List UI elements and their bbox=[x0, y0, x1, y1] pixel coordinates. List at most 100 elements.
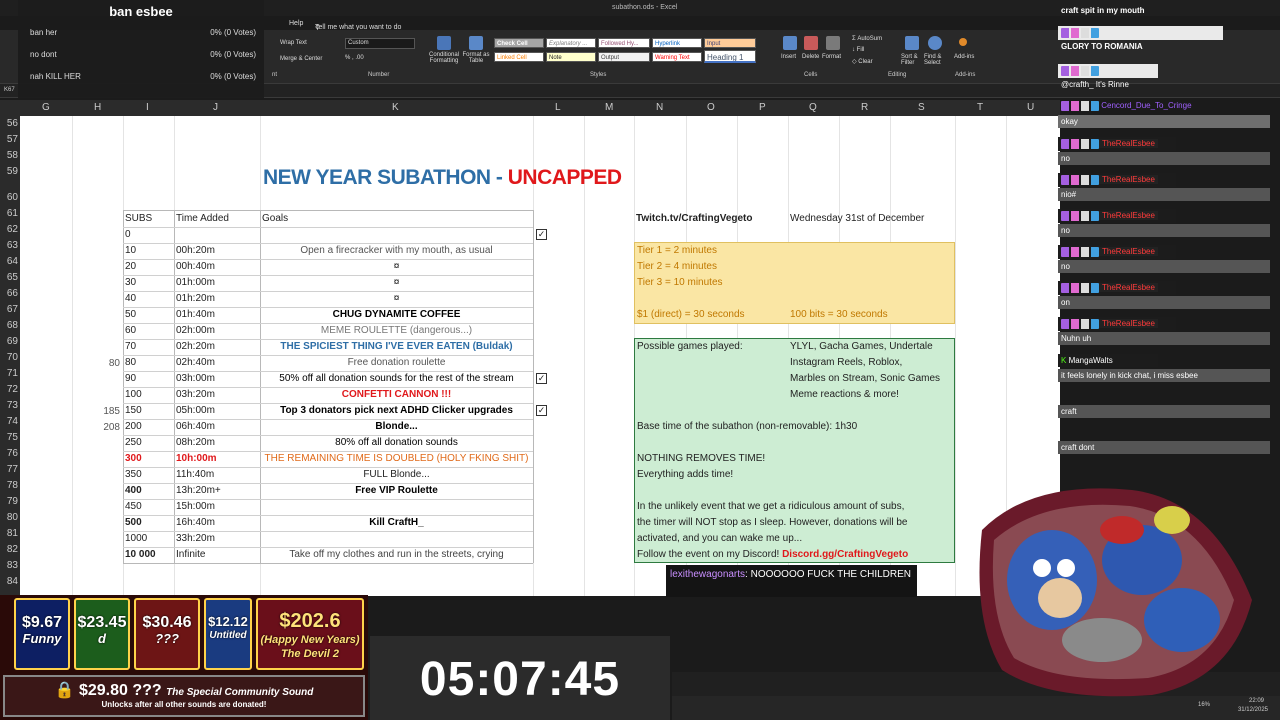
col-header[interactable]: S bbox=[918, 102, 925, 113]
unlikely-line: activated, and you can wake me up... bbox=[637, 533, 803, 544]
style-explanatory[interactable]: Explanatory ... bbox=[546, 38, 596, 48]
row-header[interactable]: 63 bbox=[2, 240, 18, 251]
format-icon[interactable] bbox=[826, 36, 840, 50]
row-header[interactable]: 73 bbox=[2, 400, 18, 411]
insert-icon[interactable] bbox=[783, 36, 797, 50]
col-header[interactable]: R bbox=[861, 102, 868, 113]
row-header[interactable]: 71 bbox=[2, 368, 18, 379]
style-warning-text[interactable]: Warning Text bbox=[652, 52, 702, 62]
sort-filter-button[interactable]: Sort & Filter bbox=[901, 54, 923, 66]
row-header[interactable]: 64 bbox=[2, 256, 18, 267]
row-header[interactable]: 57 bbox=[2, 134, 18, 145]
row-header[interactable]: 62 bbox=[2, 224, 18, 235]
row-header[interactable]: 61 bbox=[2, 208, 18, 219]
style-input[interactable]: Input bbox=[704, 38, 756, 48]
col-header[interactable]: M bbox=[605, 102, 613, 113]
tier-2: Tier 2 = 4 minutes bbox=[637, 261, 717, 272]
add-ins-icon[interactable] bbox=[959, 38, 967, 46]
row-header[interactable]: 72 bbox=[2, 384, 18, 395]
row-header[interactable]: 70 bbox=[2, 352, 18, 363]
percent-icon[interactable]: % , .00 bbox=[345, 55, 364, 61]
row-header[interactable]: 65 bbox=[2, 272, 18, 283]
row-header[interactable]: 58 bbox=[2, 150, 18, 161]
sort-filter-icon[interactable] bbox=[905, 36, 919, 50]
col-header[interactable]: L bbox=[555, 102, 561, 113]
style-note[interactable]: Note bbox=[546, 52, 596, 62]
format-as-table-button[interactable]: Format as Table bbox=[462, 52, 490, 64]
row-header[interactable]: 80 bbox=[2, 512, 18, 523]
row-header[interactable]: 59 bbox=[2, 166, 18, 177]
row-header[interactable]: 68 bbox=[2, 320, 18, 331]
row-header[interactable]: 66 bbox=[2, 288, 18, 299]
row-header[interactable]: 82 bbox=[2, 544, 18, 555]
conditional-formatting-button[interactable]: Conditional Formatting bbox=[425, 52, 463, 64]
row-header[interactable]: 75 bbox=[2, 432, 18, 443]
clear-button[interactable]: ◇ Clear bbox=[852, 58, 873, 65]
wrap-text-button[interactable]: Wrap Text bbox=[280, 40, 307, 46]
col-header[interactable]: J bbox=[213, 102, 218, 113]
side-count: 208 bbox=[103, 422, 120, 433]
row-header[interactable]: 77 bbox=[2, 464, 18, 475]
row-headers: 56 57 58 59 60 61 62 63 64 65 66 67 68 69 70 71 72 73 74 75… bbox=[0, 116, 20, 596]
row-header[interactable]: 56 bbox=[2, 118, 18, 129]
chat-username: MangaWalts bbox=[1068, 356, 1113, 365]
goal-time: 05h:00m bbox=[176, 405, 215, 416]
menu-help[interactable]: Help bbox=[289, 20, 303, 27]
delete-button[interactable]: Delete bbox=[802, 54, 819, 60]
row-header[interactable]: 74 bbox=[2, 416, 18, 427]
insert-button[interactable]: Insert bbox=[781, 54, 796, 60]
row-header[interactable]: 60 bbox=[2, 192, 18, 203]
goal-subs: 50 bbox=[125, 309, 137, 320]
find-select-icon[interactable] bbox=[928, 36, 942, 50]
col-header[interactable]: P bbox=[759, 102, 766, 113]
col-header[interactable]: N bbox=[656, 102, 663, 113]
row-header[interactable]: 84 bbox=[2, 576, 18, 587]
col-header[interactable]: T bbox=[977, 102, 983, 113]
merge-center-button[interactable]: Merge & Center bbox=[280, 56, 322, 62]
find-select-button[interactable]: Find & Select bbox=[924, 54, 946, 66]
delete-icon[interactable] bbox=[804, 36, 818, 50]
format-button[interactable]: Format bbox=[822, 54, 841, 60]
checkbox-done[interactable]: ✓ bbox=[536, 229, 547, 240]
col-header[interactable]: Q bbox=[809, 102, 817, 113]
autosum-button[interactable]: Σ AutoSum bbox=[852, 36, 882, 42]
col-header[interactable]: H bbox=[94, 102, 101, 113]
goal-text: 80% off all donation sounds bbox=[335, 437, 458, 448]
number-format-select[interactable]: Custom bbox=[345, 38, 415, 49]
name-box[interactable]: K67 bbox=[4, 87, 15, 93]
col-header[interactable]: U bbox=[1027, 102, 1034, 113]
zoom-level[interactable]: 16% bbox=[1198, 702, 1210, 708]
checkbox-done[interactable]: ✓ bbox=[536, 373, 547, 384]
twitch-link[interactable]: Twitch.tv/CraftingVegeto bbox=[636, 211, 753, 227]
col-header[interactable]: K bbox=[392, 102, 399, 113]
row-header[interactable]: 69 bbox=[2, 336, 18, 347]
col-header[interactable]: G bbox=[42, 102, 50, 113]
goal-time: 00h:40m bbox=[176, 261, 215, 272]
row-header[interactable]: 78 bbox=[2, 480, 18, 491]
style-output[interactable]: Output bbox=[598, 52, 650, 62]
goal-text: Free VIP Roulette bbox=[355, 485, 438, 496]
row-header[interactable]: 83 bbox=[2, 560, 18, 571]
row-header[interactable]: 81 bbox=[2, 528, 18, 539]
discord-link[interactable]: Discord.gg/CraftingVegeto bbox=[782, 549, 908, 560]
col-header[interactable]: I bbox=[146, 102, 149, 113]
goal-time: 10h:00m bbox=[176, 453, 217, 464]
col-header[interactable]: O bbox=[707, 102, 715, 113]
row-header[interactable]: 76 bbox=[2, 448, 18, 459]
tier-info-box: Tier 1 = 2 minutes Tier 2 = 4 minutes Ti… bbox=[634, 242, 955, 324]
style-linked-cell[interactable]: Linked Cell bbox=[494, 52, 544, 62]
row-header[interactable]: 67 bbox=[2, 304, 18, 315]
goal-time: 06h:40m bbox=[176, 421, 215, 432]
conditional-formatting-icon[interactable] bbox=[437, 36, 451, 50]
checkbox-done[interactable]: ✓ bbox=[536, 405, 547, 416]
style-check-cell[interactable]: Check Cell bbox=[494, 38, 544, 48]
format-as-table-icon[interactable] bbox=[469, 36, 483, 50]
row-header[interactable]: 79 bbox=[2, 496, 18, 507]
fill-button[interactable]: ↓ Fill bbox=[852, 47, 864, 53]
style-followed-hyperlink[interactable]: Followed Hy... bbox=[598, 38, 650, 48]
style-hyperlink[interactable]: Hyperlink bbox=[652, 38, 702, 48]
goal-text: Kill CraftH_ bbox=[369, 517, 424, 528]
add-ins-button[interactable]: Add-ins bbox=[954, 54, 974, 60]
style-heading-1[interactable]: Heading 1 bbox=[704, 50, 756, 63]
donation-rate: $1 (direct) = 30 seconds bbox=[637, 309, 745, 320]
